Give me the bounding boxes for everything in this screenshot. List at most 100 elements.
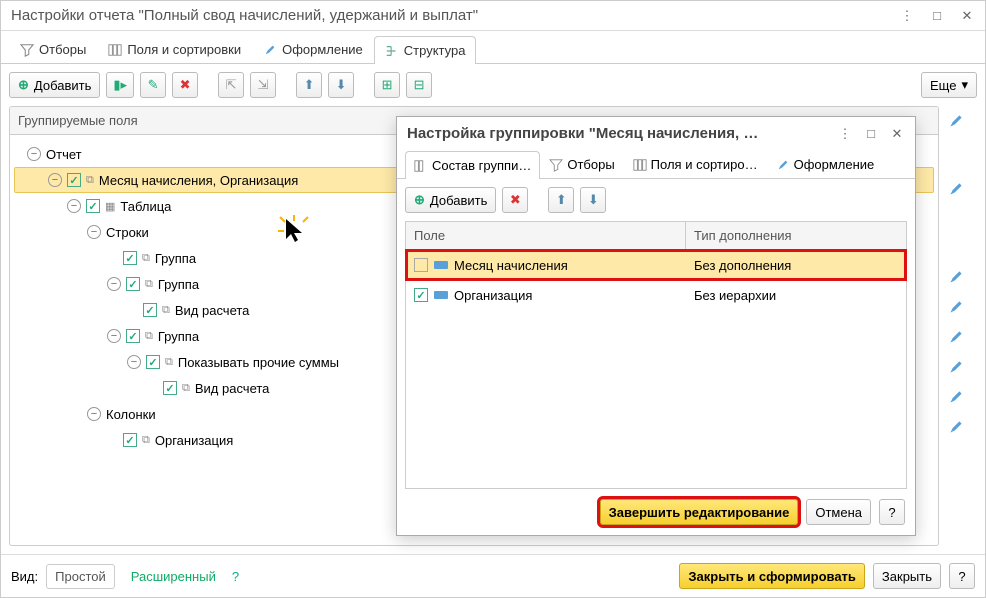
expander-icon[interactable]: − (87, 407, 101, 421)
main-tabs: Отборы Поля и сортировки Оформление Стру… (1, 35, 985, 64)
brush-tool[interactable] (945, 178, 967, 200)
popup-tabs: Состав группи… Отборы Поля и сортиро… Оф… (397, 150, 915, 179)
bottom-bar: Вид: Простой Расширенный ? Закрыть и сфо… (1, 554, 985, 597)
checkbox-icon[interactable]: ✓ (146, 355, 160, 369)
brush-icon (263, 43, 277, 57)
checkbox-icon[interactable]: ✓ (123, 433, 137, 447)
checkbox-icon[interactable]: ✓ (143, 303, 157, 317)
checkbox-icon[interactable]: ✓ (163, 381, 177, 395)
tab-appearance[interactable]: Оформление (252, 35, 374, 63)
close-button[interactable]: Закрыть (873, 563, 941, 589)
popup-footer: Завершить редактирование Отмена ? (397, 489, 915, 535)
titlebar: Настройки отчета "Полный свод начислений… (1, 1, 985, 31)
brush-tool[interactable] (945, 266, 967, 288)
expander-icon[interactable]: − (48, 173, 62, 187)
maximize-icon[interactable]: □ (863, 126, 879, 142)
popup-table: Поле Тип дополнения ✓ Месяц начисления Б… (405, 221, 907, 489)
brush-palette (945, 106, 977, 546)
hierarchy-down-button[interactable]: ⇲ (250, 72, 276, 98)
grouping-popup: Настройка группировки "Месяц начисления,… (396, 116, 916, 536)
popup-title: Настройка группировки "Месяц начисления,… (407, 125, 837, 142)
tab-structure[interactable]: Структура (374, 36, 477, 64)
brush-tool[interactable] (945, 110, 967, 132)
move-down-button[interactable]: ⬇ (328, 72, 354, 98)
popup-titlebar: Настройка группировки "Месяц начисления,… (397, 117, 915, 150)
arrow-down-icon: ⬇ (336, 77, 347, 93)
delete-icon: ✖ (180, 77, 191, 93)
group-icon: ▮▸ (113, 77, 127, 93)
checkbox-icon[interactable]: ✓ (123, 251, 137, 265)
help-button[interactable]: ? (949, 563, 975, 589)
checkbox-icon[interactable]: ✓ (414, 258, 428, 272)
brush-tool[interactable] (945, 296, 967, 318)
expander-icon[interactable]: − (107, 329, 121, 343)
brush-tool[interactable] (945, 356, 967, 378)
chevron-down-icon: ▾ (961, 77, 968, 93)
checkbox-icon[interactable]: ✓ (67, 173, 81, 187)
ptab-appearance[interactable]: Оформление (767, 150, 884, 178)
checkbox-icon[interactable]: ✓ (414, 288, 428, 302)
close-and-generate-button[interactable]: Закрыть и сформировать (679, 563, 865, 589)
link-icon: ⧉ (165, 356, 173, 369)
mode-simple[interactable]: Простой (46, 564, 115, 589)
link-icon: ⧉ (162, 304, 170, 317)
expander-icon[interactable]: − (127, 355, 141, 369)
table-icon: ▦ (105, 200, 115, 213)
popup-help-button[interactable]: ? (879, 499, 905, 525)
mode-advanced[interactable]: Расширенный (123, 565, 224, 588)
add-button[interactable]: ⊕ Добавить (9, 72, 100, 98)
arrow-down-icon: ⬇ (588, 192, 599, 208)
structure-icon (385, 44, 399, 58)
popup-delete-button[interactable]: ✖ (502, 187, 528, 213)
expander-icon[interactable]: − (87, 225, 101, 239)
expand-all-button[interactable]: ⊞ (374, 72, 400, 98)
kebab-icon[interactable]: ⋮ (899, 8, 915, 24)
kebab-icon[interactable]: ⋮ (837, 126, 853, 142)
pencil-icon: ✎ (148, 77, 159, 93)
delete-button[interactable]: ✖ (172, 72, 198, 98)
close-icon[interactable]: ✕ (959, 8, 975, 24)
arrow-up-icon: ⬆ (304, 77, 315, 93)
checkbox-icon[interactable]: ✓ (86, 199, 100, 213)
more-button[interactable]: Еще ▾ (921, 72, 977, 98)
ptab-filters[interactable]: Отборы (540, 150, 623, 178)
expander-icon[interactable]: − (27, 147, 41, 161)
help-icon[interactable]: ? (232, 569, 239, 584)
table-row[interactable]: ✓ Месяц начисления Без дополнения (406, 250, 906, 280)
tab-filters[interactable]: Отборы (9, 35, 97, 63)
popup-toolbar: ⊕ Добавить ✖ ⬆ ⬇ (397, 179, 915, 221)
field-icon (434, 291, 448, 299)
table-row[interactable]: ✓ Организация Без иерархии (406, 280, 906, 310)
tab-fields-sort[interactable]: Поля и сортировки (97, 35, 252, 63)
edit-button[interactable]: ✎ (140, 72, 166, 98)
collapse-all-button[interactable]: ⊟ (406, 72, 432, 98)
field-icon (434, 261, 448, 269)
group-add-button[interactable]: ▮▸ (106, 72, 134, 98)
hierarchy-up-button[interactable]: ⇱ (218, 72, 244, 98)
popup-add-button[interactable]: ⊕ Добавить (405, 187, 496, 213)
ptab-fields-sort[interactable]: Поля и сортиро… (624, 150, 767, 178)
expander-icon[interactable]: − (67, 199, 81, 213)
columns-icon (108, 43, 122, 57)
maximize-icon[interactable]: □ (929, 8, 945, 24)
main-toolbar: ⊕ Добавить ▮▸ ✎ ✖ ⇱ ⇲ ⬆ ⬇ ⊞ ⊟ Еще ▾ (1, 64, 985, 106)
plus-icon: ⊕ (414, 192, 425, 208)
brush-tool[interactable] (945, 416, 967, 438)
cancel-button[interactable]: Отмена (806, 499, 871, 525)
ptab-composition[interactable]: Состав группи… (405, 151, 540, 179)
tree-down-icon: ⇲ (258, 77, 269, 93)
close-icon[interactable]: ✕ (889, 126, 905, 142)
expander-icon[interactable]: − (107, 277, 121, 291)
brush-icon (776, 158, 790, 172)
move-up-button[interactable]: ⬆ (296, 72, 322, 98)
link-icon: ⧉ (86, 174, 94, 187)
brush-tool[interactable] (945, 386, 967, 408)
checkbox-icon[interactable]: ✓ (126, 329, 140, 343)
funnel-icon (549, 158, 563, 172)
popup-move-up-button[interactable]: ⬆ (548, 187, 574, 213)
link-icon: ⧉ (145, 278, 153, 291)
finish-editing-button[interactable]: Завершить редактирование (600, 499, 799, 525)
popup-move-down-button[interactable]: ⬇ (580, 187, 606, 213)
brush-tool[interactable] (945, 326, 967, 348)
checkbox-icon[interactable]: ✓ (126, 277, 140, 291)
